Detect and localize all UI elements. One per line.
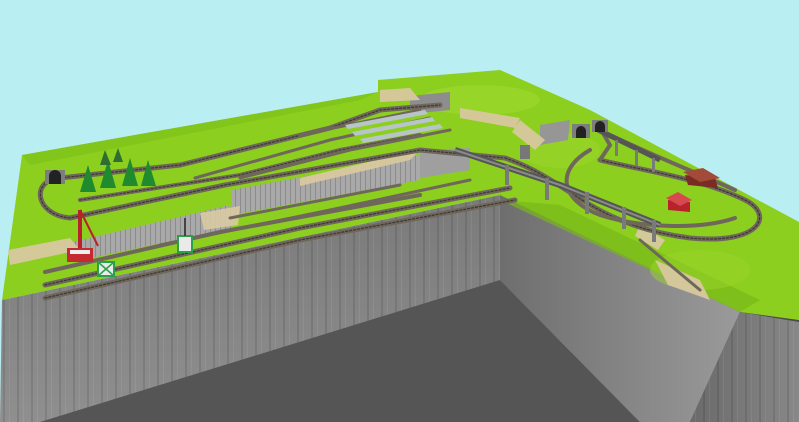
tunnel-portal-icon [592, 120, 608, 132]
station-building-icon [520, 145, 530, 159]
signal-icon [97, 261, 115, 277]
tunnel-portal-icon [45, 170, 65, 184]
layout-3d-viewport[interactable] [0, 0, 799, 422]
layout-scene [0, 0, 799, 422]
tunnel-portal-icon [572, 124, 590, 138]
